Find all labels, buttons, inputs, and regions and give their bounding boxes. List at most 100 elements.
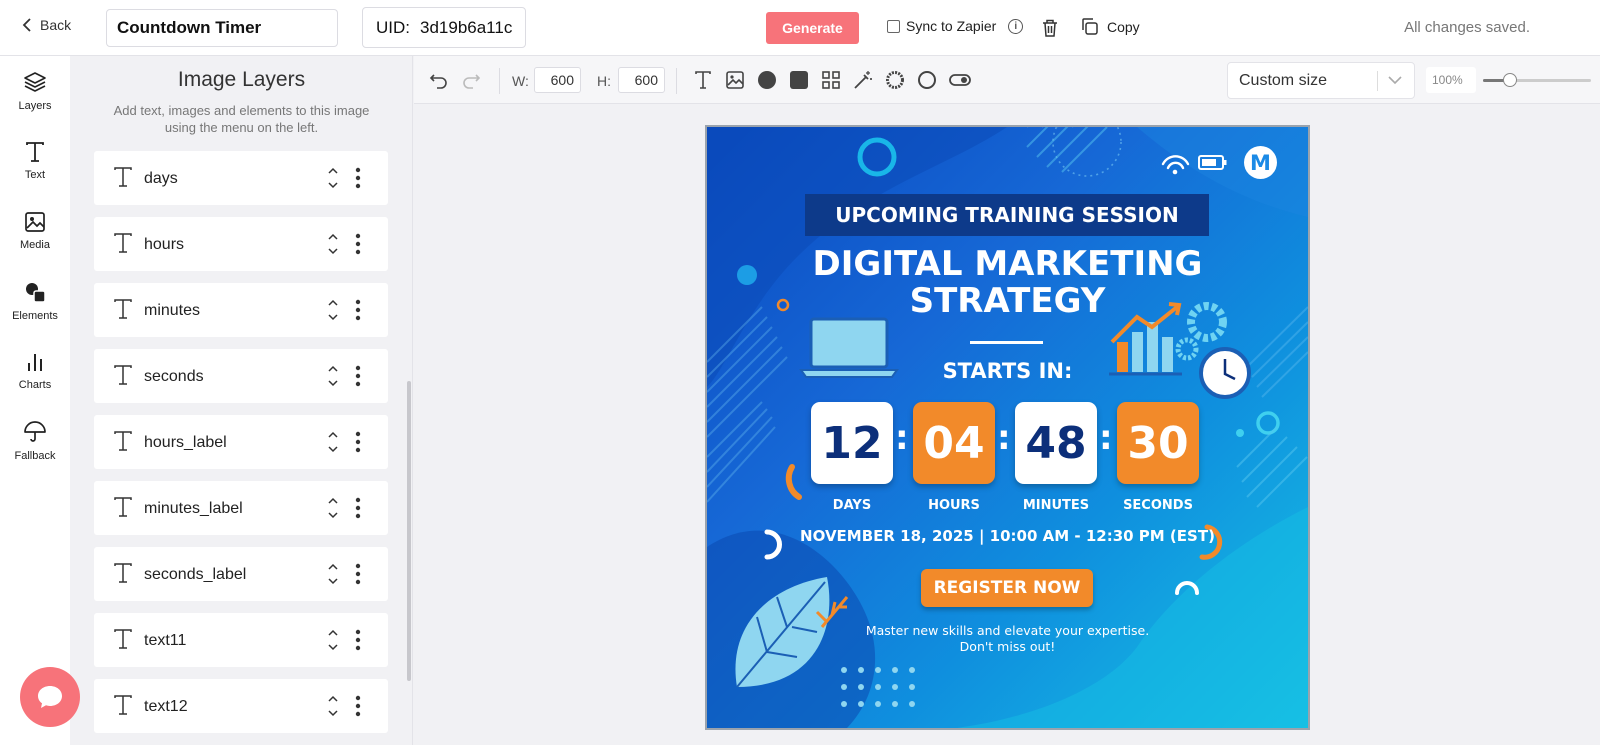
more-vertical-icon[interactable] [355,365,361,387]
sync-checkbox[interactable] [887,19,900,33]
countdown-colon: : [997,418,1011,458]
rail-label: Charts [18,379,52,391]
rail-label: Media [20,239,50,251]
countdown-days[interactable]: 12 [811,402,893,484]
layer-item[interactable]: hours_label [94,415,388,469]
panel-scrollbar[interactable] [407,381,411,681]
layer-item[interactable]: minutes_label [94,481,388,535]
toolbar-divider [499,68,500,94]
select-divider [1377,71,1378,91]
magic-wand-icon[interactable] [853,70,873,90]
zoom-value[interactable]: 100% [1426,67,1476,93]
grid-icon[interactable] [821,70,841,90]
canvas-size-select[interactable]: Custom size [1227,62,1415,99]
more-vertical-icon[interactable] [355,431,361,453]
text-layer-icon [114,431,132,451]
layer-name: minutes [144,302,201,319]
countdown-colon: : [895,418,909,458]
rail-label: Elements [12,310,58,322]
rail-item-charts[interactable]: Charts [0,336,70,406]
layer-item[interactable]: text12 [94,679,388,733]
reorder-arrows-icon[interactable] [327,297,339,323]
add-image-icon[interactable] [725,70,745,90]
countdown-seconds-label[interactable]: SECONDS [1108,498,1208,513]
info-icon[interactable]: i [1008,18,1024,34]
countdown-seconds[interactable]: 30 [1117,402,1199,484]
reorder-arrows-icon[interactable] [327,561,339,587]
template-name-input[interactable] [106,9,338,47]
more-vertical-icon[interactable] [355,695,361,717]
reorder-arrows-icon[interactable] [327,231,339,257]
text-layer-icon [114,167,132,187]
size-select-value: Custom size [1239,71,1328,89]
rail-label: Text [24,169,46,181]
countdown-colon: : [1099,418,1113,458]
layer-item[interactable]: seconds [94,349,388,403]
ring-shape-icon[interactable] [885,70,905,90]
poster-starts-in[interactable]: STARTS IN: [707,359,1308,383]
more-vertical-icon[interactable] [355,563,361,585]
sync-zapier-toggle[interactable]: Sync to Zapier i [887,18,1024,34]
copy-button[interactable]: Copy [1080,17,1140,36]
poster-badge[interactable]: UPCOMING TRAINING SESSION [805,194,1209,236]
redo-icon[interactable] [461,70,481,90]
more-vertical-icon[interactable] [355,167,361,189]
more-vertical-icon[interactable] [355,629,361,651]
countdown-hours[interactable]: 04 [913,402,995,484]
poster-title-line1[interactable]: DIGITAL MARKETING [707,245,1308,283]
circle-shape-icon[interactable] [757,70,777,90]
width-input[interactable] [534,67,581,93]
reorder-arrows-icon[interactable] [327,627,339,653]
layer-item[interactable]: hours [94,217,388,271]
rectangle-shape-icon[interactable] [789,70,809,90]
text-layer-icon [114,563,132,583]
toolbar-divider [676,68,677,94]
generate-button[interactable]: Generate [766,12,859,44]
shapes-icon [26,283,46,303]
countdown-hours-label[interactable]: HOURS [904,498,1004,513]
reorder-arrows-icon[interactable] [327,363,339,389]
design-canvas[interactable]: M UPCOMING TRAINING SESSION DIGITAL MARK… [705,125,1310,730]
reorder-arrows-icon[interactable] [327,429,339,455]
reorder-arrows-icon[interactable] [327,495,339,521]
delete-button[interactable] [1041,18,1059,43]
layer-item[interactable]: minutes [94,283,388,337]
countdown-minutes[interactable]: 48 [1015,402,1097,484]
poster-image[interactable]: M UPCOMING TRAINING SESSION DIGITAL MARK… [707,127,1308,728]
toggle-icon[interactable] [949,70,971,90]
zoom-slider-handle[interactable] [1503,73,1517,87]
layer-item[interactable]: seconds_label [94,547,388,601]
panel-subtitle: Add text, images and elements to this im… [113,103,370,135]
rail-item-elements[interactable]: Elements [0,266,70,336]
poster-date-line[interactable]: NOVEMBER 18, 2025 | 10:00 AM - 12:30 PM … [707,527,1308,545]
countdown-days-label[interactable]: DAYS [802,498,902,513]
rail-item-layers[interactable]: Layers [0,56,70,126]
image-icon [25,212,45,232]
more-vertical-icon[interactable] [355,497,361,519]
undo-icon[interactable] [429,70,449,90]
circle-outline-icon[interactable] [917,70,937,90]
more-vertical-icon[interactable] [355,233,361,255]
add-text-icon[interactable] [693,70,713,90]
sync-label: Sync to Zapier [906,18,997,34]
layer-name: seconds_label [144,566,247,583]
height-input[interactable] [618,67,665,93]
poster-tagline-2[interactable]: Don't miss out! [707,639,1308,654]
save-status: All changes saved. [1404,19,1530,36]
layer-item[interactable]: text11 [94,613,388,667]
poster-register-button[interactable]: REGISTER NOW [921,569,1093,607]
layer-item[interactable]: days [94,151,388,205]
zoom-slider[interactable] [1483,73,1591,87]
back-button[interactable]: Back [22,17,71,33]
rail-item-text[interactable]: Text [0,126,70,196]
poster-tagline-1[interactable]: Master new skills and elevate your exper… [707,623,1308,638]
more-vertical-icon[interactable] [355,299,361,321]
rail-item-media[interactable]: Media [0,196,70,266]
countdown-minutes-label[interactable]: MINUTES [1006,498,1106,513]
rail-item-fallback[interactable]: Fallback [0,406,70,476]
chat-support-button[interactable] [20,667,80,727]
reorder-arrows-icon[interactable] [327,165,339,191]
reorder-arrows-icon[interactable] [327,693,339,719]
height-label: H: [597,73,611,89]
poster-title-line2[interactable]: STRATEGY [707,282,1308,320]
